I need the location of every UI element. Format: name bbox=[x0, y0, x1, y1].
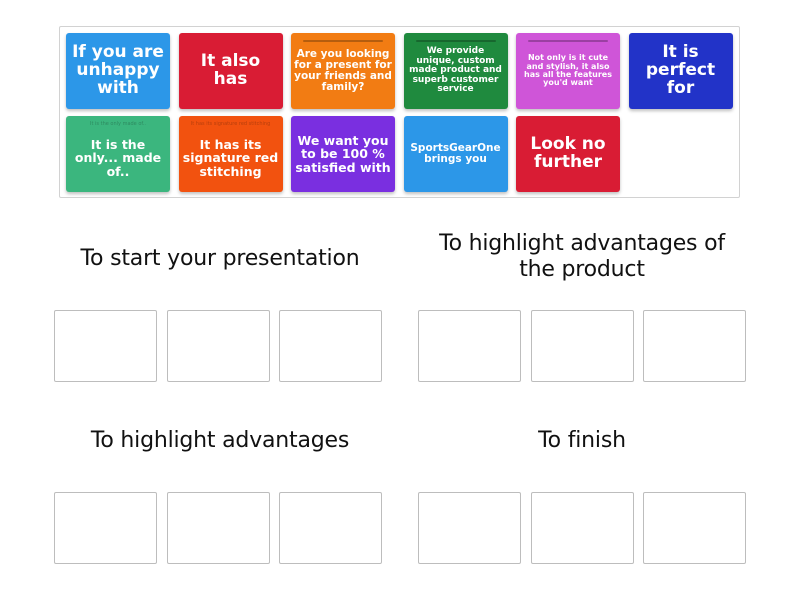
draggable-tile[interactable]: We want you to be 100 % satisfied with bbox=[291, 116, 395, 192]
drop-slot[interactable] bbox=[418, 492, 521, 564]
drop-slot[interactable] bbox=[166, 492, 270, 564]
draggable-tile[interactable]: It is perfect for bbox=[628, 33, 733, 109]
tile-decor-bar bbox=[303, 40, 383, 42]
tile-label: It is the only... made of.. bbox=[74, 137, 162, 179]
drop-slot[interactable] bbox=[530, 310, 634, 382]
draggable-tile[interactable]: Are you looking for a present for your f… bbox=[291, 33, 395, 109]
drop-slot[interactable] bbox=[530, 492, 634, 564]
draggable-tile[interactable]: We provide unique, custom made product a… bbox=[403, 33, 508, 109]
tile-label: We want you to be 100 % satisfied with bbox=[295, 133, 391, 175]
category-title-start: To start your presentation bbox=[80, 246, 360, 271]
drop-slot[interactable] bbox=[279, 310, 382, 382]
tile-bank: If you are unhappy with It also has Are yo… bbox=[59, 26, 740, 198]
draggable-tile[interactable]: Not only is it cute and stylish, it also… bbox=[516, 33, 620, 109]
tile-label: We provide unique, custom made product a… bbox=[409, 46, 502, 95]
tile-label: It has its signature red stitching bbox=[182, 137, 279, 179]
tile-faint-text: It is the only made of.. bbox=[90, 121, 146, 127]
drop-slot[interactable] bbox=[54, 310, 157, 382]
category-title-finish: To finish bbox=[538, 428, 626, 453]
tile-label: If you are unhappy with bbox=[72, 42, 164, 98]
drop-slot[interactable] bbox=[418, 310, 521, 382]
draggable-tile[interactable]: Look no further bbox=[516, 116, 620, 192]
tile-label: Not only is it cute and stylish, it also… bbox=[524, 53, 612, 88]
drop-slot[interactable] bbox=[166, 310, 270, 382]
tile-faint-text: It has its signature red stitching bbox=[190, 121, 271, 127]
tile-label: Are you looking for a present for your f… bbox=[294, 47, 392, 94]
drop-slot[interactable] bbox=[279, 492, 382, 564]
tile-label: Look no further bbox=[530, 134, 606, 172]
draggable-tile[interactable]: It has its signature red stitching It has… bbox=[178, 116, 283, 192]
tile-label: It is perfect for bbox=[645, 42, 716, 98]
category-title-advantages-product: To highlight advantages of the product bbox=[439, 231, 725, 283]
drop-slot[interactable] bbox=[643, 492, 746, 564]
draggable-tile[interactable]: It is the only made of.. It is the only..… bbox=[66, 116, 170, 192]
tile-decor-bar bbox=[528, 40, 608, 42]
tile-label: SportsGearOne brings you bbox=[410, 141, 501, 165]
draggable-tile[interactable]: It also has bbox=[178, 33, 283, 109]
tile-label: It also has bbox=[200, 51, 261, 89]
draggable-tile[interactable]: SportsGearOne brings you bbox=[403, 116, 508, 192]
drop-slot[interactable] bbox=[643, 310, 746, 382]
draggable-tile[interactable]: If you are unhappy with bbox=[66, 33, 170, 109]
tile-decor-bar bbox=[415, 40, 496, 42]
drop-slot[interactable] bbox=[54, 492, 157, 564]
category-title-advantages: To highlight advantages bbox=[90, 428, 350, 453]
